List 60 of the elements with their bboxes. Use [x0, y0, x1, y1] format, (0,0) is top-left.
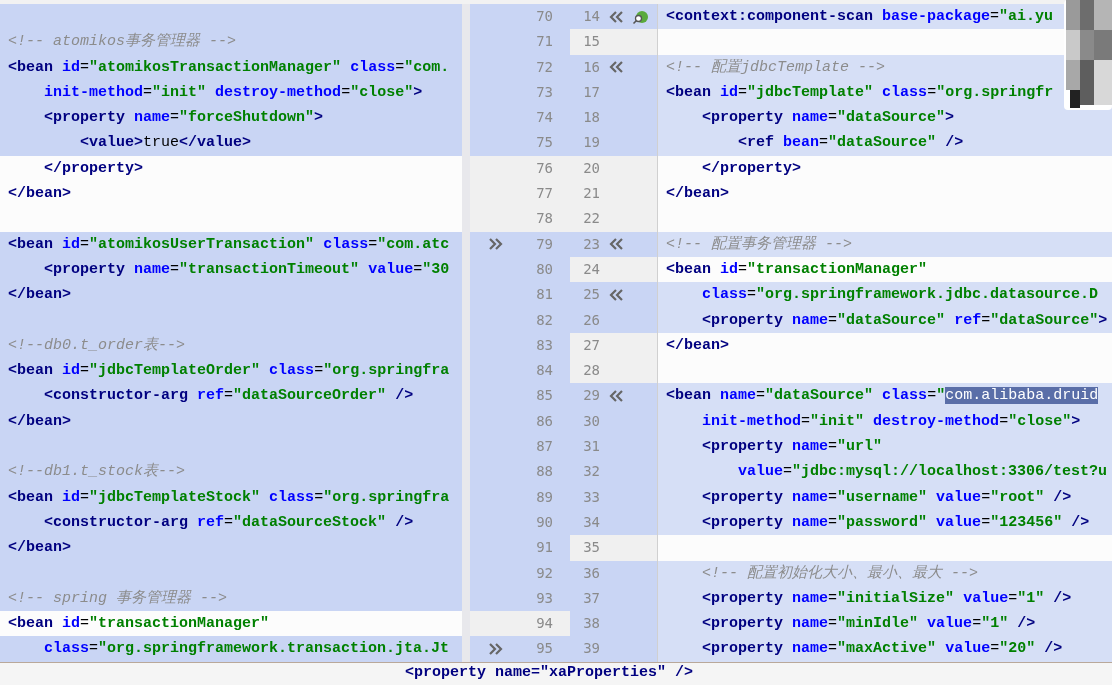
- line-number: 70: [535, 7, 553, 26]
- line-number: 92: [535, 563, 553, 583]
- double-chevron-left-icon[interactable]: [608, 9, 624, 24]
- line-number: 24: [582, 259, 600, 279]
- double-chevron-right-icon[interactable]: [488, 237, 504, 252]
- line-number: 21: [582, 184, 600, 204]
- line-number: 74: [535, 108, 553, 128]
- line-number: 26: [582, 310, 600, 330]
- line-number: 16: [582, 57, 600, 77]
- line-number: 83: [535, 335, 553, 355]
- double-chevron-left-icon[interactable]: [608, 237, 624, 252]
- line-number: 84: [535, 361, 553, 381]
- line-number: 86: [535, 411, 553, 431]
- line-number: 77: [535, 184, 553, 204]
- line-number: 29: [582, 386, 600, 406]
- line-number: 15: [582, 32, 600, 52]
- line-number: 81: [535, 285, 553, 305]
- line-number: 18: [582, 108, 600, 128]
- line-number: 20: [582, 158, 600, 178]
- line-number: 30: [582, 411, 600, 431]
- line-number: 28: [582, 361, 600, 381]
- line-number: 73: [535, 82, 553, 102]
- line-number: 72: [535, 57, 553, 77]
- line-number: 14: [582, 7, 600, 26]
- line-number: 38: [582, 614, 600, 634]
- line-number: 17: [582, 82, 600, 102]
- line-number: 93: [535, 588, 553, 608]
- line-number: 89: [535, 487, 553, 507]
- line-number: 82: [535, 310, 553, 330]
- line-number: 25: [582, 285, 600, 305]
- line-number: 22: [582, 209, 600, 229]
- line-number: 75: [535, 133, 553, 153]
- line-number: 94: [535, 614, 553, 634]
- line-number: 23: [582, 234, 600, 254]
- line-number: 39: [582, 639, 600, 659]
- line-number: 91: [535, 538, 553, 558]
- line-number: 79: [535, 234, 553, 254]
- line-number: 36: [582, 563, 600, 583]
- line-number: 85: [535, 386, 553, 406]
- magnifier-icon[interactable]: [632, 8, 648, 25]
- line-number: 78: [535, 209, 553, 229]
- double-chevron-left-icon[interactable]: [608, 389, 624, 404]
- line-number: 31: [582, 437, 600, 457]
- line-number: 87: [535, 437, 553, 457]
- line-number: 80: [535, 259, 553, 279]
- double-chevron-left-icon[interactable]: [608, 60, 624, 75]
- line-number: 76: [535, 158, 553, 178]
- line-number: 35: [582, 538, 600, 558]
- line-number: 34: [582, 512, 600, 532]
- double-chevron-left-icon[interactable]: [608, 287, 624, 302]
- line-number: 88: [535, 462, 553, 482]
- line-number: 90: [535, 512, 553, 532]
- line-number: 27: [582, 335, 600, 355]
- line-number: 33: [582, 487, 600, 507]
- double-chevron-right-icon[interactable]: [488, 642, 504, 657]
- line-number: 95: [535, 639, 553, 659]
- line-number: 32: [582, 462, 600, 482]
- line-number: 37: [582, 588, 600, 608]
- line-number: 19: [582, 133, 600, 153]
- line-number: 71: [535, 32, 553, 52]
